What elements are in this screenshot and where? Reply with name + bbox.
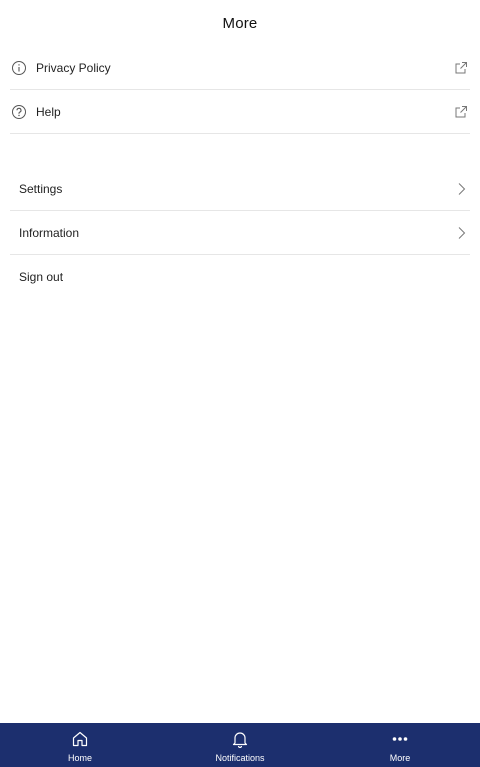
settings-item[interactable]: Settings [10,167,470,211]
external-link-icon [454,105,468,119]
active-tab-indicator [320,721,480,723]
privacy-policy-link[interactable]: Privacy Policy [10,46,470,90]
tab-notifications-label: Notifications [215,753,265,763]
tab-notifications[interactable]: Notifications [160,723,320,767]
links-list: Privacy Policy Help [10,46,470,134]
chevron-right-icon [454,226,468,240]
tab-home[interactable]: Home [0,723,160,767]
home-icon [71,730,89,748]
header: More [0,0,480,46]
sign-out-label: Sign out [19,270,64,284]
chevron-right-icon [454,182,468,196]
privacy-policy-label: Privacy Policy [36,60,111,75]
more-icon [391,730,409,748]
external-link-icon [454,61,468,75]
bottom-tab-bar: Home Notifications More [0,721,480,767]
menu-list: Settings Information Sign out [10,167,470,299]
help-label: Help [36,104,61,119]
bell-icon [231,730,249,748]
tab-home-label: Home [67,753,92,763]
settings-label: Settings [19,181,63,196]
tab-more-label: More [389,753,411,763]
information-item[interactable]: Information [10,211,470,255]
sign-out-button[interactable]: Sign out [10,255,470,299]
tab-more[interactable]: More [320,723,480,767]
information-label: Information [19,225,80,240]
page-title: More [222,14,258,32]
help-icon [11,104,27,120]
info-icon [11,60,27,76]
help-link[interactable]: Help [10,90,470,134]
